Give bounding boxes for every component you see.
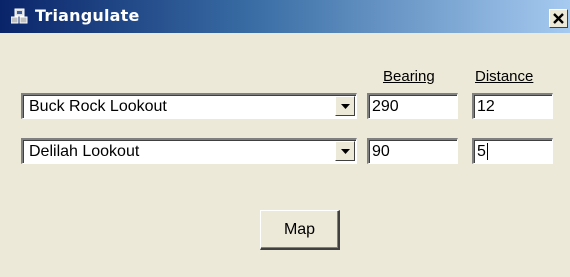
location-dropdown-button-2[interactable] [335, 141, 355, 161]
bearing-header: Bearing [383, 68, 435, 85]
distance-input-2[interactable]: 5 [472, 138, 553, 164]
bearing-input-2-value: 90 [372, 143, 390, 160]
map-button-label: Map [283, 221, 316, 238]
triangulate-app-icon [10, 8, 28, 24]
distance-input-1[interactable]: 12 [472, 93, 553, 119]
bearing-input-1-value: 290 [372, 98, 399, 115]
window-title: Triangulate [35, 6, 140, 25]
title-bar[interactable]: Triangulate [0, 0, 570, 33]
distance-header: Distance [475, 68, 534, 85]
map-button[interactable]: Map [260, 210, 340, 250]
location-dropdown-button-1[interactable] [335, 96, 355, 116]
location-select-2-value: Delilah Lookout [29, 143, 140, 160]
text-caret [487, 143, 488, 160]
bearing-input-1[interactable]: 290 [367, 93, 458, 119]
chevron-down-icon [341, 104, 350, 109]
distance-input-1-value: 12 [477, 98, 495, 115]
location-select-2[interactable]: Delilah Lookout [21, 138, 357, 164]
triangulate-dialog: Triangulate Bearing Distance Buck Rock L… [0, 0, 570, 277]
distance-input-2-value: 5 [477, 143, 486, 160]
close-icon [553, 13, 564, 24]
location-select-1-value: Buck Rock Lookout [29, 98, 167, 115]
chevron-down-icon [341, 149, 350, 154]
location-select-1[interactable]: Buck Rock Lookout [21, 93, 357, 119]
close-button[interactable] [549, 9, 568, 28]
bearing-input-2[interactable]: 90 [367, 138, 458, 164]
